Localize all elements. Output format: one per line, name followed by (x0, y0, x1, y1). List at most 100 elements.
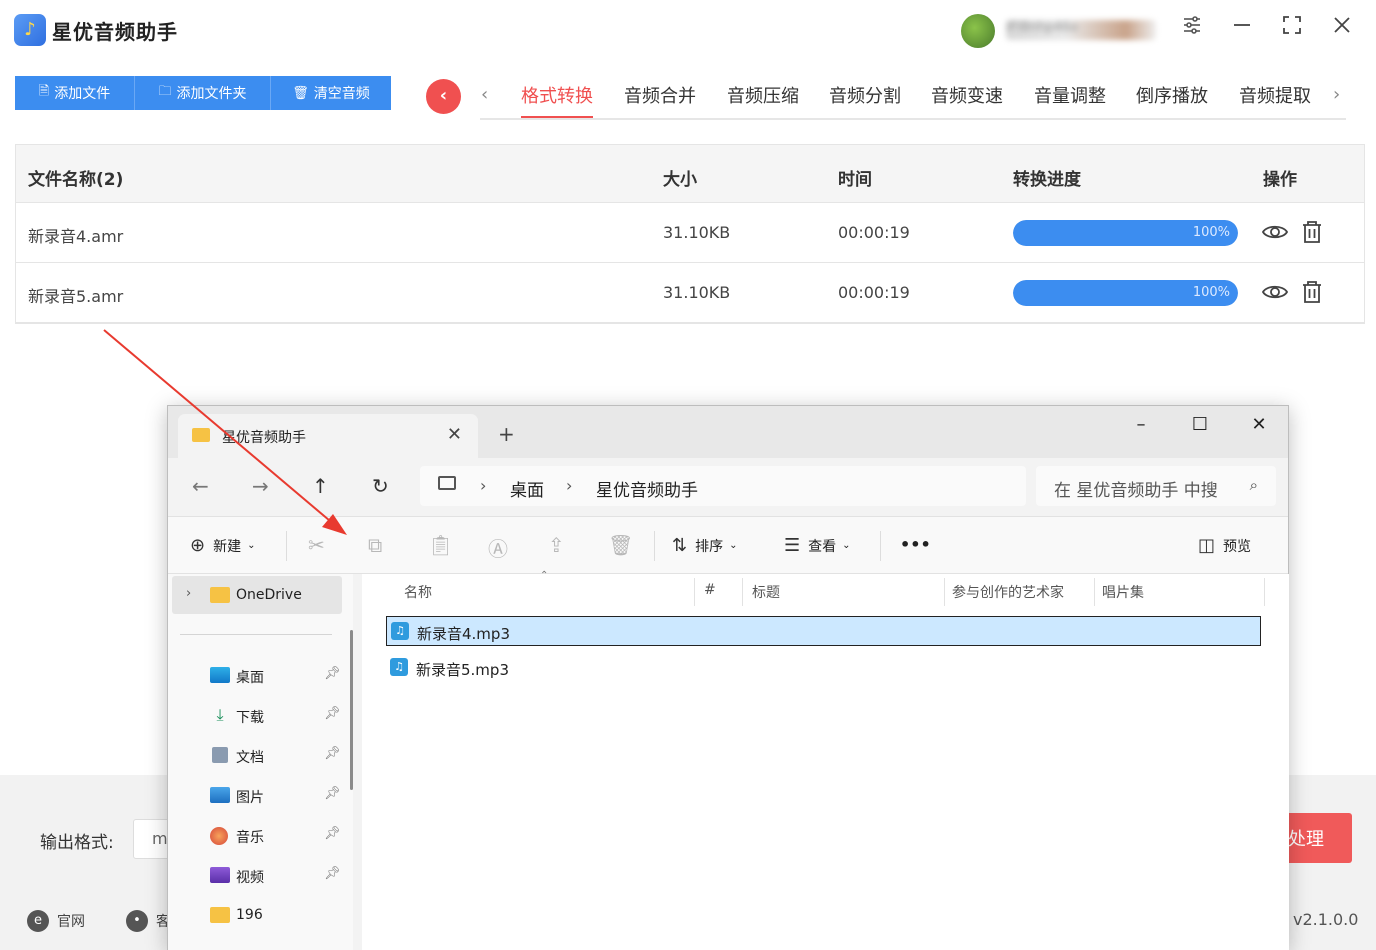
back-arrow-icon[interactable]: ← (192, 474, 209, 498)
divider (1094, 578, 1095, 606)
pin-icon[interactable]: 📌︎ (324, 866, 341, 881)
divider (286, 531, 287, 561)
forward-arrow-icon[interactable]: → (252, 474, 269, 498)
column-header-artists[interactable]: 参与创作的艺术家 (952, 582, 1064, 608)
pin-icon[interactable]: 📌︎ (324, 826, 341, 841)
table-row[interactable]: 新录音4.amr 31.10KB 00:00:19 100% (16, 203, 1364, 263)
up-arrow-icon[interactable]: ↑ (312, 474, 329, 498)
sort-up-icon: ⌃ (540, 570, 549, 581)
file-item[interactable]: ♫ 新录音5.mp3 (386, 653, 1261, 683)
tab-audio-compress[interactable]: 音频压缩 (727, 82, 799, 118)
progress-bar: 100% (1013, 280, 1238, 306)
more-options-button[interactable]: ••• (900, 535, 931, 554)
sidebar-scrollbar[interactable] (350, 630, 353, 790)
sidebar-item-onedrive[interactable]: › OneDrive (172, 576, 342, 614)
tabs-scroll-right-icon[interactable]: › (1333, 84, 1340, 105)
app-logo-icon: ♪ (14, 14, 46, 46)
view-button[interactable]: ☰ 查看 ⌄ (784, 535, 851, 556)
pin-icon[interactable]: 📌︎ (324, 786, 341, 801)
sidebar-item-videos[interactable]: 视频 📌︎ (172, 856, 342, 894)
column-header-number[interactable]: # (704, 582, 716, 608)
sidebar-item-documents[interactable]: 文档 📌︎ (172, 736, 342, 774)
column-header-name[interactable]: 名称 (404, 582, 432, 608)
website-link[interactable]: e 官网 (27, 910, 85, 932)
chevron-right-icon: › (480, 476, 487, 495)
audio-file-icon: ♫ (391, 622, 409, 640)
preview-eye-icon[interactable] (1261, 278, 1289, 306)
preview-eye-icon[interactable] (1261, 218, 1289, 246)
tab-audio-speed[interactable]: 音频变速 (931, 82, 1003, 118)
pin-icon[interactable]: 📌︎ (324, 746, 341, 761)
add-folder-button[interactable]: 🗀 添加文件夹 (135, 76, 271, 110)
version-label: v2.1.0.0 (1293, 910, 1359, 929)
back-circle-button[interactable]: ‹ (426, 79, 461, 114)
col-time: 时间 (838, 170, 872, 190)
output-format-label: 输出格式: (40, 833, 114, 853)
tab-reverse-play[interactable]: 倒序播放 (1136, 82, 1208, 118)
sidebar-item-196[interactable]: 196 (172, 896, 342, 934)
delete-icon[interactable]: 🗑︎ (608, 533, 633, 557)
tab-audio-merge[interactable]: 音频合并 (624, 82, 696, 118)
paste-icon[interactable]: 📋︎ (428, 533, 453, 557)
minimize-icon[interactable]: – (1126, 414, 1156, 435)
ie-icon: e (27, 910, 49, 932)
rename-icon[interactable]: Ⓐ (488, 533, 508, 562)
explorer-tabbar: 星优音频助手 ✕ + – ☐ ✕ (168, 406, 1288, 458)
video-icon (210, 867, 230, 883)
close-icon[interactable] (1326, 14, 1358, 46)
maximize-icon[interactable]: ☐ (1185, 414, 1215, 435)
pin-icon[interactable]: 📌︎ (324, 666, 341, 681)
delete-trash-icon[interactable] (1298, 278, 1326, 306)
settings-sliders-icon[interactable] (1176, 14, 1208, 46)
copy-icon[interactable]: ⧉ (368, 533, 382, 557)
chevron-down-icon: ⌄ (842, 540, 851, 551)
explorer-tab[interactable]: 星优音频助手 ✕ (178, 414, 478, 458)
table-row[interactable]: 新录音5.amr 31.10KB 00:00:19 100% (16, 263, 1364, 323)
column-header-title[interactable]: 标题 (752, 582, 780, 608)
navigation-pane: › OneDrive 桌面 📌︎ ⤓ 下载 📌︎ 文档 📌︎ 图片 📌︎ 音乐 (168, 574, 353, 950)
sort-icon: ⇅ (672, 535, 688, 556)
add-file-button[interactable]: 🗎 添加文件 (15, 76, 135, 110)
customer-service-link[interactable]: • 客 (126, 910, 170, 932)
preview-pane-button[interactable]: ◫ 预览 (1198, 535, 1251, 556)
tab-audio-extract[interactable]: 音频提取 (1239, 82, 1311, 118)
column-header-album[interactable]: 唱片集 (1102, 582, 1144, 608)
pin-icon[interactable]: 📌︎ (324, 706, 341, 721)
sidebar-item-desktop[interactable]: 桌面 📌︎ (172, 656, 342, 694)
refresh-icon[interactable]: ↻ (372, 474, 389, 498)
new-button[interactable]: ⊕ 新建 ⌄ (190, 535, 255, 556)
progress-bar: 100% (1013, 220, 1238, 246)
sort-button[interactable]: ⇅ 排序 ⌄ (672, 535, 737, 556)
share-icon[interactable]: ⇪ (548, 533, 565, 557)
breadcrumb-desktop[interactable]: 桌面 (510, 476, 544, 501)
sidebar-item-pictures[interactable]: 图片 📌︎ (172, 776, 342, 814)
user-avatar[interactable] (961, 14, 995, 48)
clear-audio-button[interactable]: 🗑 清空音频 (271, 76, 391, 110)
cut-icon[interactable]: ✂ (308, 533, 325, 557)
user-name[interactable]: iFl8nhp46o (1006, 20, 1156, 40)
folder-icon (210, 907, 230, 923)
plus-circle-icon: ⊕ (190, 535, 206, 556)
address-bar[interactable]: › 桌面 › 星优音频助手 (420, 466, 1026, 506)
close-icon[interactable]: ✕ (1244, 414, 1274, 435)
search-input[interactable]: 在 星优音频助手 中搜 ⌕ (1036, 466, 1276, 506)
file-item[interactable]: ♫ 新录音4.mp3 (386, 616, 1261, 646)
fullscreen-icon[interactable] (1276, 14, 1308, 46)
view-list-icon: ☰ (784, 535, 801, 556)
sidebar-item-downloads[interactable]: ⤓ 下载 📌︎ (172, 696, 342, 734)
search-icon: ⌕ (1249, 476, 1258, 494)
tab-format-convert[interactable]: 格式转换 (521, 82, 593, 118)
audio-file-icon: ♫ (390, 658, 408, 676)
new-tab-icon[interactable]: + (498, 422, 515, 446)
sidebar-item-music[interactable]: 音乐 📌︎ (172, 816, 342, 854)
breadcrumb-folder[interactable]: 星优音频助手 (596, 476, 698, 501)
delete-trash-icon[interactable] (1298, 218, 1326, 246)
trash-icon: 🗑 (292, 85, 309, 101)
chevron-right-icon[interactable]: › (186, 586, 191, 601)
tab-volume-adjust[interactable]: 音量调整 (1034, 82, 1106, 118)
tab-audio-split[interactable]: 音频分割 (829, 82, 901, 118)
divider (654, 531, 655, 561)
minimize-icon[interactable] (1226, 14, 1258, 46)
file-toolbar: 🗎 添加文件 🗀 添加文件夹 🗑 清空音频 (15, 76, 391, 110)
tab-close-icon[interactable]: ✕ (447, 424, 462, 445)
